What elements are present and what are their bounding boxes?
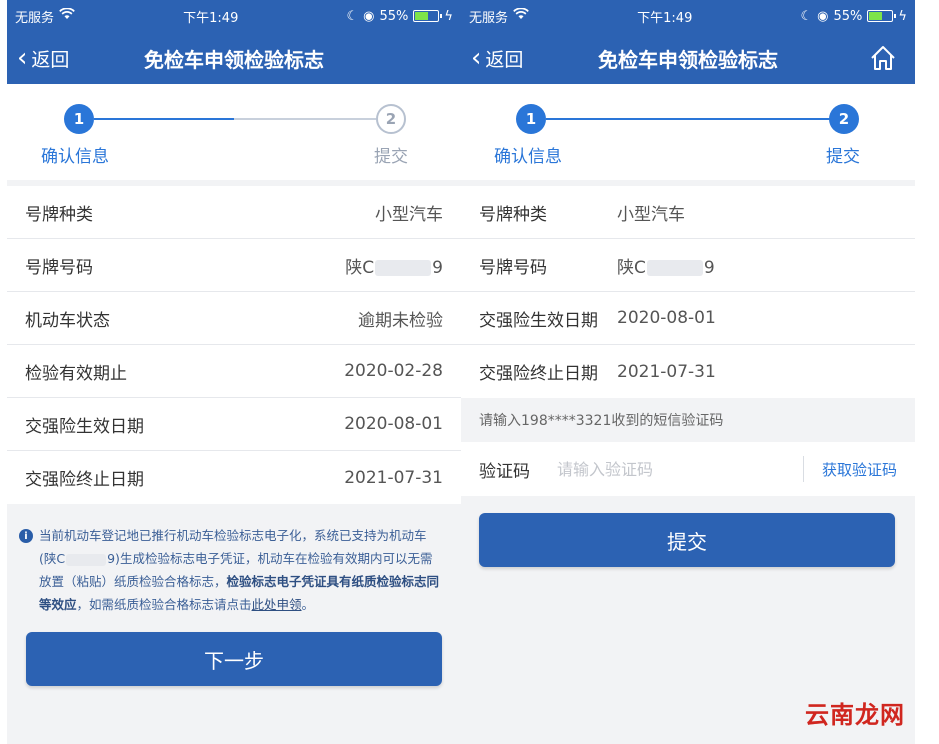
info-row-vehicle-status: 机动车状态 逾期未检验 bbox=[7, 292, 461, 345]
row-value: 2021-07-31 bbox=[617, 361, 716, 382]
status-bar: 无服务 下午1:49 ☾ ◉ 55% ϟ bbox=[461, 0, 915, 32]
masked-plate bbox=[66, 553, 107, 566]
back-label: 返回 bbox=[31, 48, 70, 71]
status-time: 下午1:49 bbox=[637, 10, 693, 26]
orientation-lock-icon: ◉ bbox=[817, 8, 829, 24]
charging-icon: ϟ bbox=[898, 8, 907, 24]
row-label: 交强险生效日期 bbox=[25, 416, 144, 437]
info-row-plate-type: 号牌种类 小型汽车 bbox=[7, 186, 461, 239]
site-watermark: 云南龙网 bbox=[805, 700, 905, 729]
info-row-insurance-end: 交强险终止日期 2021-07-31 bbox=[461, 345, 915, 398]
step-1-label: 确认信息 bbox=[41, 147, 109, 167]
carrier-label: 无服务 bbox=[469, 10, 509, 26]
orientation-lock-icon: ◉ bbox=[363, 8, 375, 24]
plate-suffix: 9 bbox=[703, 257, 715, 278]
chevron-left-icon: ‹ bbox=[471, 43, 482, 73]
stepper: 1 2 确认信息 提交 bbox=[7, 84, 461, 180]
divider bbox=[802, 456, 804, 482]
get-code-button[interactable]: 获取验证码 bbox=[822, 459, 897, 480]
plate-prefix: 陕C bbox=[617, 257, 646, 278]
row-label: 机动车状态 bbox=[25, 310, 110, 331]
charging-icon: ϟ bbox=[444, 8, 453, 24]
row-value: 小型汽车 bbox=[617, 204, 685, 225]
home-icon[interactable] bbox=[869, 44, 897, 72]
info-row-insurance-end: 交强险终止日期 2021-07-31 bbox=[7, 451, 461, 504]
sms-tip: 请输入198****3321收到的短信验证码 bbox=[461, 398, 915, 442]
battery-percent: 55% bbox=[379, 8, 409, 24]
page-title: 免检车申领检验标志 bbox=[144, 47, 324, 72]
page-title: 免检车申领检验标志 bbox=[598, 47, 778, 72]
row-value: 陕C 9 bbox=[345, 253, 443, 278]
nav-bar: ‹ 返回 免检车申领检验标志 bbox=[7, 32, 461, 84]
info-row-plate-number: 号牌号码 陕C 9 bbox=[7, 239, 461, 292]
row-label: 号牌号码 bbox=[25, 257, 93, 278]
battery-percent: 55% bbox=[833, 8, 863, 24]
step-1-circle: 1 bbox=[516, 104, 546, 134]
notice-text: 当前机动车登记地已推行机动车检验标志电子化，系统已支持为机动车(陕C 9)生成检验… bbox=[39, 524, 443, 616]
info-row-inspection-expiry: 检验有效期止 2020-02-28 bbox=[7, 345, 461, 398]
row-label: 交强险终止日期 bbox=[25, 470, 144, 490]
battery-icon bbox=[867, 10, 897, 22]
row-value: 2020-08-01 bbox=[617, 308, 716, 328]
moon-icon: ☾ bbox=[346, 8, 359, 24]
masked-plate bbox=[646, 259, 703, 276]
step-remaining-line bbox=[234, 118, 376, 120]
verification-code-input[interactable] bbox=[557, 459, 803, 479]
info-icon: i bbox=[19, 529, 33, 543]
notice-part-3: ，如需纸质检验合格标志请点击 bbox=[76, 597, 252, 612]
notice-end: 。 bbox=[301, 597, 315, 612]
step-progress-line bbox=[94, 118, 234, 120]
row-value: 逾期未检验 bbox=[358, 310, 443, 331]
chevron-left-icon: ‹ bbox=[17, 43, 28, 73]
screen-submit: 无服务 下午1:49 ☾ ◉ 55% ϟ ‹ 返回 免检车申领检验标志 1 2 … bbox=[461, 0, 915, 744]
submit-button[interactable]: 提交 bbox=[479, 513, 895, 567]
wifi-icon bbox=[513, 7, 529, 24]
plate-prefix: 陕C bbox=[345, 257, 375, 278]
e-label-notice: i 当前机动车登记地已推行机动车检验标志电子化，系统已支持为机动车(陕C 9)生成… bbox=[7, 504, 461, 616]
step-2-circle: 2 bbox=[829, 104, 859, 134]
screen-confirm-info: 无服务 下午1:49 ☾ ◉ 55% ϟ ‹ 返回 免检车申领检验标志 1 2 … bbox=[7, 0, 461, 744]
plate-suffix: 9 bbox=[432, 257, 443, 278]
masked-plate bbox=[375, 259, 432, 276]
info-row-plate-number: 号牌号码 陕C 9 bbox=[461, 239, 915, 292]
step-progress-line bbox=[546, 118, 844, 120]
vehicle-info-list: 号牌种类 小型汽车 号牌号码 陕C 9 机动车状态 逾期未检验 检验有效期止 20… bbox=[7, 186, 461, 504]
info-row-plate-type: 号牌种类 小型汽车 bbox=[461, 186, 915, 239]
verification-code-row: 验证码 获取验证码 bbox=[461, 442, 915, 496]
status-bar: 无服务 下午1:49 ☾ ◉ 55% ϟ bbox=[7, 0, 461, 32]
row-label: 交强险终止日期 bbox=[479, 364, 598, 384]
row-label: 交强险生效日期 bbox=[479, 310, 598, 331]
row-label: 检验有效期止 bbox=[25, 363, 127, 384]
step-1-circle: 1 bbox=[64, 104, 94, 134]
row-value: 2021-07-31 bbox=[344, 467, 443, 488]
wifi-icon bbox=[59, 7, 75, 24]
battery-icon bbox=[413, 10, 443, 22]
info-row-insurance-start: 交强险生效日期 2020-08-01 bbox=[7, 398, 461, 451]
apply-paper-label-link[interactable]: 此处申领 bbox=[252, 597, 302, 612]
stepper: 1 2 确认信息 提交 bbox=[461, 84, 915, 180]
next-step-button[interactable]: 下一步 bbox=[26, 632, 442, 686]
row-value: 2020-08-01 bbox=[344, 414, 443, 434]
back-button[interactable]: ‹ 返回 bbox=[461, 45, 523, 72]
nav-bar: ‹ 返回 免检车申领检验标志 bbox=[461, 32, 915, 84]
step-2-label: 提交 bbox=[826, 147, 860, 167]
moon-icon: ☾ bbox=[800, 8, 813, 24]
verification-code-label: 验证码 bbox=[479, 461, 530, 482]
row-value: 2020-02-28 bbox=[344, 361, 443, 381]
back-label: 返回 bbox=[485, 48, 524, 71]
status-time: 下午1:49 bbox=[183, 10, 239, 26]
step-2-circle: 2 bbox=[376, 104, 406, 134]
vehicle-info-list: 号牌种类 小型汽车 号牌号码 陕C 9 交强险生效日期 2020-08-01 交强… bbox=[461, 186, 915, 398]
row-label: 号牌号码 bbox=[479, 257, 547, 278]
step-2-label: 提交 bbox=[374, 147, 408, 167]
row-value: 小型汽车 bbox=[375, 204, 443, 225]
step-1-label: 确认信息 bbox=[494, 147, 562, 167]
row-label: 号牌种类 bbox=[479, 204, 547, 225]
row-label: 号牌种类 bbox=[25, 204, 93, 225]
row-value: 陕C 9 bbox=[617, 253, 715, 278]
info-row-insurance-start: 交强险生效日期 2020-08-01 bbox=[461, 292, 915, 345]
carrier-label: 无服务 bbox=[15, 10, 55, 26]
back-button[interactable]: ‹ 返回 bbox=[7, 45, 69, 72]
